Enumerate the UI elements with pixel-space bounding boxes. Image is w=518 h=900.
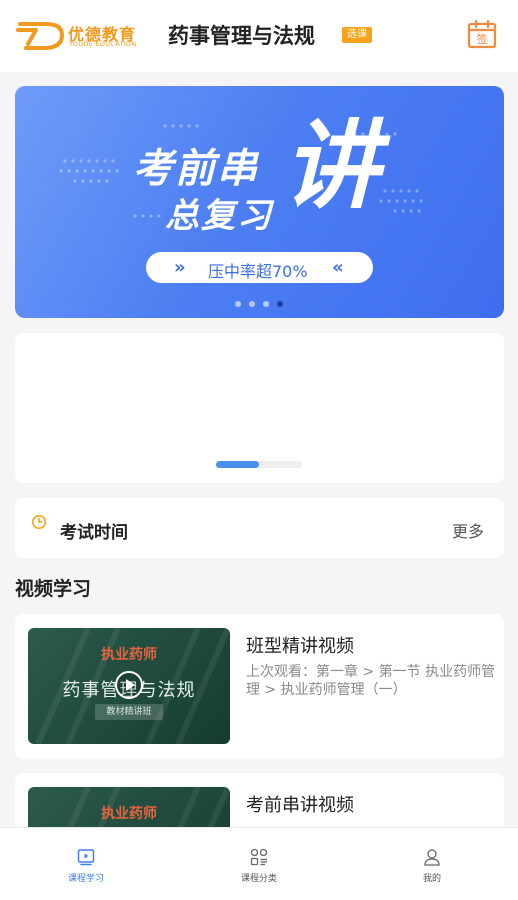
user-icon: [424, 849, 440, 866]
course-card[interactable]: 执业药师 药事管理与法规 教材精讲班 班型精讲视频 上次观看：第一章 > 第一节…: [15, 614, 504, 759]
sign-text: 签: [477, 32, 488, 46]
panel-scroll-indicator: [216, 461, 302, 468]
tab-mine[interactable]: 我的: [382, 848, 482, 888]
course-last-watched: 上次观看：第一章 > 第一节 执业药师管理 > 执业药师管理（一）: [246, 664, 496, 698]
thumbnail-subtitle: 教材精讲班: [95, 704, 163, 720]
video-section-title: 视频学习: [15, 578, 92, 600]
course-name: 考前串讲视频: [246, 795, 354, 816]
content-panel: [15, 333, 504, 483]
tab-label: 我的: [422, 874, 441, 884]
grid-category-icon: [250, 848, 268, 866]
select-course-button[interactable]: 选课: [342, 27, 372, 43]
promo-banner[interactable]: 考前串 总复习 讲 » 压中率超70% «: [15, 86, 504, 318]
double-chevron-left-icon: «: [332, 257, 344, 278]
thumbnail-tag: 执业药师: [101, 647, 157, 663]
page-title: 药事管理与法规: [168, 24, 315, 48]
banner-pill-text: 压中率超70%: [208, 262, 308, 281]
course-name: 班型精讲视频: [246, 636, 354, 657]
tab-label: 课程学习: [67, 874, 104, 884]
logo-mark-icon: [16, 22, 65, 50]
course-thumbnail[interactable]: 执业药师 药事管理与法规 教材精讲班: [28, 628, 230, 744]
brand-logo: 优德教育 YOUDE EDUCATION: [16, 18, 136, 52]
tab-label: 课程分类: [240, 874, 277, 884]
panel-scroll-thumb: [216, 461, 259, 468]
bottom-tab-bar: 课程学习 课程分类 我的: [0, 827, 518, 900]
banner-pager-dot[interactable]: [277, 301, 283, 307]
clock-icon: [32, 515, 46, 529]
exam-time-row[interactable]: 考试时间 更多: [15, 498, 504, 558]
banner-big-char: 讲: [283, 110, 379, 222]
logo-text-en: YOUDE EDUCATION: [69, 40, 137, 48]
double-chevron-right-icon: »: [174, 257, 186, 278]
banner-pager-dot[interactable]: [235, 301, 241, 307]
banner-pill: » 压中率超70% «: [146, 252, 373, 283]
thumbnail-tag: 执业药师: [101, 806, 157, 822]
tab-course-study[interactable]: 课程学习: [36, 848, 136, 888]
banner-pager-dot[interactable]: [249, 301, 255, 307]
calendar-sign-icon[interactable]: 签: [466, 18, 498, 50]
banner-headline-2: 总复习: [165, 196, 273, 236]
exam-time-label: 考试时间: [60, 523, 128, 543]
banner-pager: [235, 301, 285, 309]
banner-pager-dot[interactable]: [263, 301, 269, 307]
banner-headline-1: 考前串: [133, 146, 259, 192]
tab-course-category[interactable]: 课程分类: [209, 848, 309, 888]
exam-more-link[interactable]: 更多: [452, 518, 484, 542]
app-header: 优德教育 YOUDE EDUCATION 药事管理与法规 选课 签: [0, 0, 518, 72]
play-icon[interactable]: [114, 670, 144, 700]
play-video-icon: [77, 849, 95, 866]
